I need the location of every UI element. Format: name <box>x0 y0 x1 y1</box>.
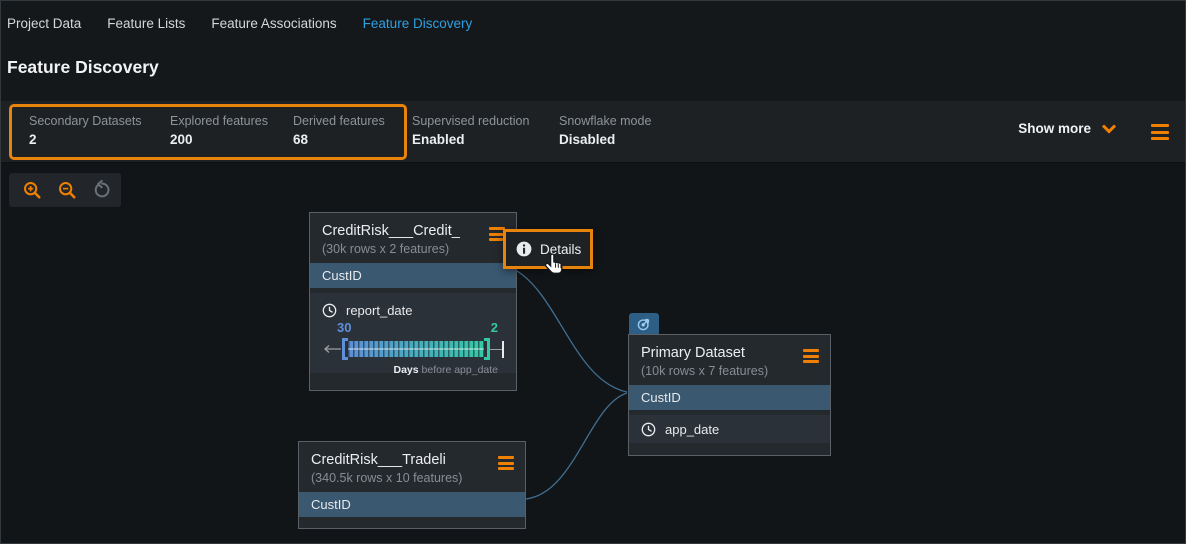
stat-value: 200 <box>170 130 268 149</box>
stat-label: Explored features <box>170 113 268 130</box>
primary-dataset-tab <box>629 313 659 334</box>
time-window-caption: Days before app_date <box>322 364 504 376</box>
chevron-down-icon <box>1101 124 1117 134</box>
node-subtitle: (10k rows x 7 features) <box>641 363 818 380</box>
date-feature-label: app_date <box>665 422 719 437</box>
time-window-block: report_date 30 2 Days before app_date <box>310 293 516 373</box>
tab-feature-lists[interactable]: Feature Lists <box>107 16 185 31</box>
window-suffix: before app_date <box>422 364 498 376</box>
time-window-feature: report_date <box>322 300 504 320</box>
node-header: Primary Dataset (10k rows x 7 features) <box>629 335 830 385</box>
node-menu-icon[interactable] <box>498 456 514 470</box>
stat-label: Snowflake mode <box>559 113 651 130</box>
feature-discovery-canvas[interactable] <box>1 163 1186 544</box>
page-title: Feature Discovery <box>7 57 159 78</box>
details-label: Details <box>540 242 581 257</box>
node-subtitle: (30k rows x 2 features) <box>322 241 504 258</box>
node-title: Primary Dataset <box>641 344 818 363</box>
stat-label: Supervised reduction <box>412 113 529 130</box>
show-more-label: Show more <box>1018 121 1091 136</box>
slider-end-tick <box>502 341 504 358</box>
slider-tail-line <box>490 349 502 350</box>
stat-secondary-datasets: Secondary Datasets 2 <box>29 113 142 149</box>
window-end-value: 2 <box>491 320 498 337</box>
feature-discovery-page: Project Data Feature Lists Feature Assoc… <box>0 0 1186 544</box>
join-key-row[interactable]: CustID <box>310 263 516 288</box>
node-subtitle: (340.5k rows x 10 features) <box>311 470 513 487</box>
stats-menu-icon[interactable] <box>1151 124 1169 140</box>
clock-icon <box>322 303 337 318</box>
reset-view-button[interactable] <box>92 180 112 200</box>
date-feature-row: app_date <box>629 415 830 443</box>
time-window-feature-label: report_date <box>346 303 413 318</box>
zoom-toolbar <box>9 173 121 207</box>
node-title: CreditRisk___Tradeli <box>311 451 513 470</box>
join-key-row[interactable]: CustID <box>629 385 830 410</box>
time-window-slider[interactable] <box>322 337 504 361</box>
window-start-value: 30 <box>337 320 351 337</box>
stat-explored-features: Explored features 200 <box>170 113 268 149</box>
info-icon <box>516 241 532 257</box>
slider-track <box>348 341 484 357</box>
zoom-out-button[interactable] <box>57 180 77 200</box>
clock-icon <box>641 422 656 437</box>
stat-supervised-reduction: Supervised reduction Enabled <box>412 113 529 149</box>
window-unit: Days <box>393 364 418 376</box>
stat-label: Derived features <box>293 113 385 130</box>
summary-stats-bar: Secondary Datasets 2 Explored features 2… <box>1 101 1186 163</box>
stat-value: 68 <box>293 130 385 149</box>
tab-feature-associations[interactable]: Feature Associations <box>211 16 336 31</box>
node-creditrisk-credit[interactable]: CreditRisk___Credit_ (30k rows x 2 featu… <box>309 212 517 391</box>
node-header: CreditRisk___Credit_ (30k rows x 2 featu… <box>310 213 516 263</box>
zoom-out-icon <box>57 180 77 200</box>
stat-derived-features: Derived features 68 <box>293 113 385 149</box>
zoom-in-icon <box>22 180 42 200</box>
node-primary-dataset[interactable]: Primary Dataset (10k rows x 7 features) … <box>628 334 831 456</box>
time-window-labels: 30 2 <box>322 320 504 337</box>
tab-project-data[interactable]: Project Data <box>7 16 81 31</box>
node-menu-icon[interactable] <box>803 349 819 363</box>
target-icon <box>636 316 652 332</box>
stat-snowflake-mode: Snowflake mode Disabled <box>559 113 651 149</box>
project-data-tabs: Project Data Feature Lists Feature Assoc… <box>7 16 472 31</box>
stat-value: Enabled <box>412 130 529 149</box>
stat-value: 2 <box>29 130 142 149</box>
join-key-row[interactable]: CustID <box>299 492 525 517</box>
tab-feature-discovery[interactable]: Feature Discovery <box>363 16 473 31</box>
show-more-button[interactable]: Show more <box>1018 121 1117 136</box>
stat-value: Disabled <box>559 130 651 149</box>
node-creditrisk-tradeline[interactable]: CreditRisk___Tradeli (340.5k rows x 10 f… <box>298 441 526 529</box>
reset-view-icon <box>92 180 112 200</box>
zoom-in-button[interactable] <box>22 180 42 200</box>
arrow-left-icon <box>322 344 342 354</box>
stat-label: Secondary Datasets <box>29 113 142 130</box>
node-title: CreditRisk___Credit_ <box>322 222 504 241</box>
details-button[interactable]: Details <box>503 229 593 269</box>
node-header: CreditRisk___Tradeli (340.5k rows x 10 f… <box>299 442 525 492</box>
